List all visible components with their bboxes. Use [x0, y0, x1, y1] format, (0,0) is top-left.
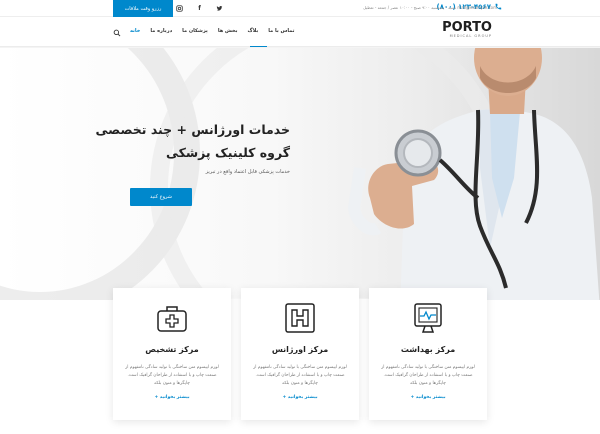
main-nav: خانه درباره ما پزشکان ما بخش ها بلاگ تما…: [130, 28, 294, 34]
hero-title: خدمات اورژانس + چند تخصصی گروه کلینیک پز…: [50, 118, 290, 164]
top-bar: (۸۰۰) ۱۲۳-۴۵۶۷ mail@example.com شنبه - پ…: [0, 0, 600, 17]
read-more-link[interactable]: بیشتر بخوانید +: [241, 395, 359, 400]
doctor-image: [347, 48, 600, 310]
hero-section: خدمات اورژانس + چند تخصصی گروه کلینیک پز…: [0, 48, 600, 310]
nav-item-departments[interactable]: بخش ها: [218, 28, 238, 34]
get-started-button[interactable]: شروع کنید: [130, 188, 192, 206]
card-text: لورم ایپسوم متن ساختگی با تولید سادگی نا…: [125, 365, 219, 386]
nav-item-home[interactable]: خانه: [130, 28, 140, 34]
nav-item-contact[interactable]: تماس با ما: [268, 28, 294, 34]
social-links: f: [175, 4, 224, 13]
instagram-icon[interactable]: [175, 4, 184, 13]
search-icon[interactable]: [113, 29, 121, 37]
card-title: مرکز اورژانس: [271, 345, 329, 354]
contact-info: mail@example.com شنبه - پنجشنبه ۹:۰۰ صبح…: [363, 5, 497, 10]
nav-item-about[interactable]: درباره ما: [150, 28, 172, 34]
service-card-emergency: مرکز اورژانس لورم ایپسوم متن ساختگی با ت…: [241, 288, 359, 420]
card-text: لورم ایپسوم متن ساختگی با تولید سادگی نا…: [253, 365, 347, 386]
hero-title-line-1: خدمات اورژانس + چند تخصصی: [95, 122, 290, 137]
service-card-diagnosis: مرکز تشخیص لورم ایپسوم متن ساختگی با تول…: [113, 288, 231, 420]
read-more-link[interactable]: بیشتر بخوانید +: [113, 395, 231, 400]
nav-item-doctors[interactable]: پزشکان ما: [182, 28, 208, 34]
card-text: لورم ایپسوم متن ساختگی با تولید سادگی نا…: [381, 365, 475, 386]
book-appointment-button[interactable]: رزرو وقت ملاقات: [113, 0, 173, 17]
twitter-icon[interactable]: [215, 4, 224, 13]
medical-kit-icon: [157, 306, 187, 332]
nav-item-blog[interactable]: بلاگ: [247, 28, 258, 34]
card-title: مرکز بهداشت: [400, 345, 456, 354]
main-header: PORTO MEDICAL GROUP خانه درباره ما پزشکا…: [0, 17, 600, 47]
hero-title-line-2: گروه کلینیک پزشکی: [165, 145, 290, 160]
logo-subtext: MEDICAL GROUP: [449, 34, 492, 38]
logo[interactable]: PORTO MEDICAL GROUP: [442, 20, 492, 38]
card-title: مرکز تشخیص: [145, 345, 199, 354]
facebook-icon[interactable]: f: [195, 4, 204, 13]
hero-subtitle: خدمات پزشکی قابل اعتماد واقع در تبریز: [205, 169, 290, 175]
read-more-link[interactable]: بیشتر بخوانید +: [369, 395, 487, 400]
heart-monitor-icon: [414, 303, 442, 333]
logo-text: PORTO: [442, 20, 492, 35]
hospital-icon: [285, 303, 315, 333]
service-card-health: مرکز بهداشت لورم ایپسوم متن ساختگی با تو…: [369, 288, 487, 420]
nav-active-indicator: [250, 46, 267, 47]
